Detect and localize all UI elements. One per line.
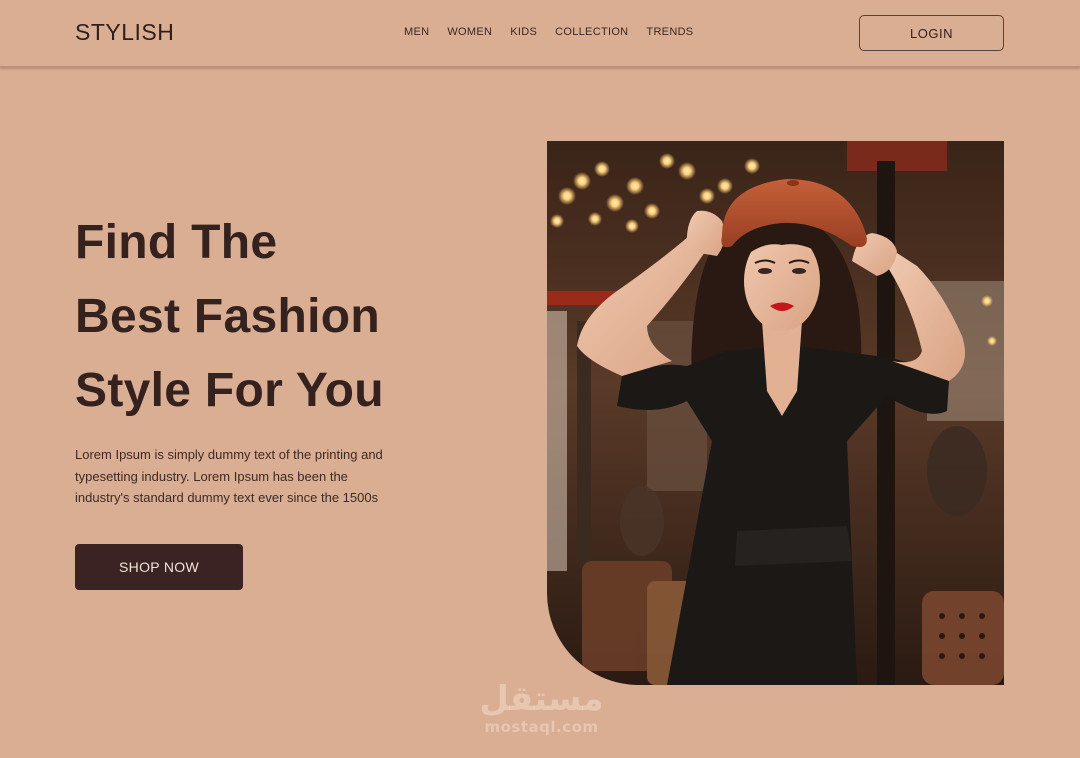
description-line-2: typesetting industry. Lorem Ipsum has be… bbox=[75, 468, 348, 484]
headline-line-2: Best Fashion bbox=[75, 290, 380, 343]
brand-logo[interactable]: STYLISH bbox=[75, 19, 174, 46]
nav-link-women[interactable]: WOMEN bbox=[447, 26, 492, 38]
login-button[interactable]: LOGIN bbox=[859, 15, 1004, 51]
watermark-latin: mostaql.com bbox=[484, 718, 599, 736]
shop-now-button[interactable]: SHOP NOW bbox=[75, 544, 243, 590]
nav-link-men[interactable]: MEN bbox=[404, 26, 429, 38]
nav-link-trends[interactable]: TRENDS bbox=[646, 26, 693, 38]
watermark: مستقل mostaql.com bbox=[474, 680, 609, 736]
headline-line-1: Find The bbox=[75, 216, 278, 269]
watermark-arabic: مستقل bbox=[479, 679, 604, 719]
description-line-3: industry's standard dummy text ever sinc… bbox=[75, 490, 379, 505]
description-line-1: Lorem Ipsum is simply dummy text of the … bbox=[75, 447, 383, 462]
headline-line-3: Style For You bbox=[75, 364, 384, 417]
nav-link-kids[interactable]: KIDS bbox=[510, 26, 537, 38]
top-navbar: STYLISH MEN WOMEN KIDS COLLECTION TRENDS… bbox=[0, 0, 1080, 68]
nav-link-collection[interactable]: COLLECTION bbox=[555, 26, 628, 38]
hero-description: Lorem Ipsum is simply dummy text of the … bbox=[75, 444, 435, 509]
main-nav: MEN WOMEN KIDS COLLECTION TRENDS bbox=[404, 26, 693, 38]
hero-headline: Find The Best Fashion Style For You bbox=[75, 206, 495, 428]
hero-fashion-photo bbox=[547, 141, 1004, 685]
